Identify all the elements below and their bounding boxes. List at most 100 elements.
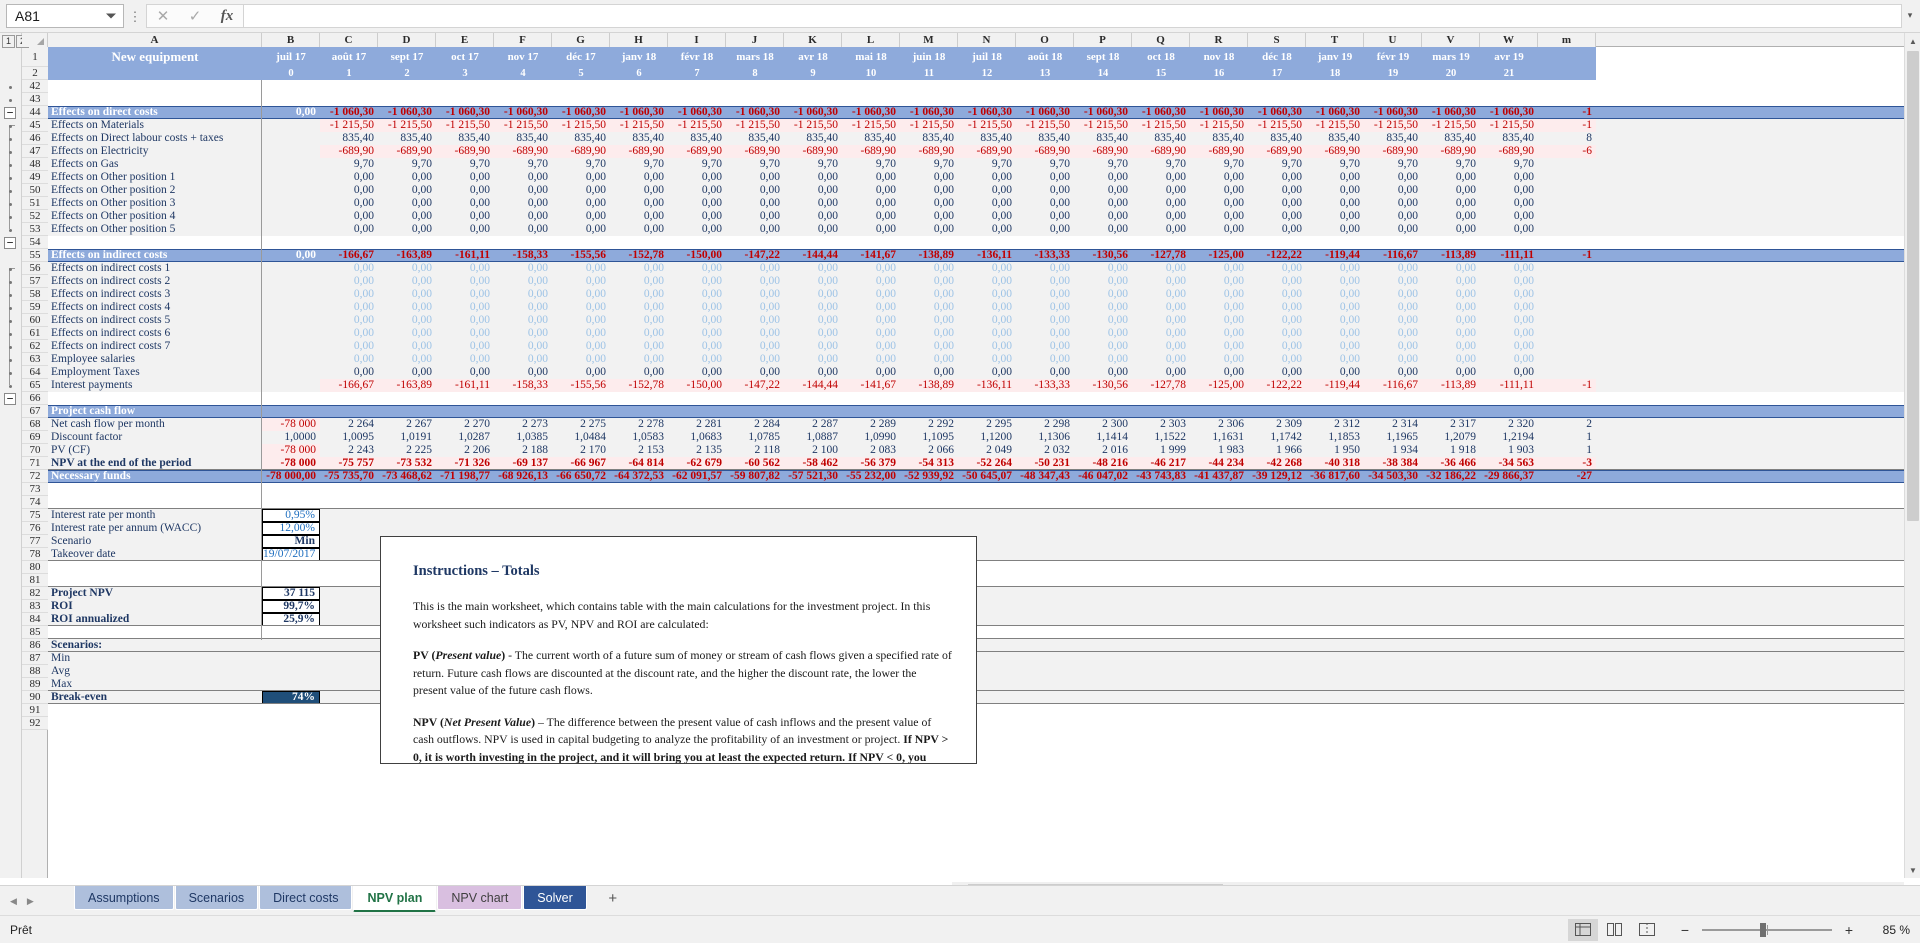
column-header-p[interactable]: P <box>1074 33 1132 47</box>
column-header-r[interactable]: R <box>1190 33 1248 47</box>
cell-l60[interactable]: 0,00 <box>842 314 900 327</box>
cell-h55[interactable]: -152,78 <box>610 249 668 262</box>
cell-t69[interactable]: 1,1853 <box>1306 431 1364 444</box>
cell-e53[interactable]: 0,00 <box>436 223 494 236</box>
period-label-o[interactable]: août 18 <box>1016 47 1074 67</box>
cell-k52[interactable]: 0,00 <box>784 210 842 223</box>
row-header-61[interactable]: 61 <box>22 327 48 340</box>
period-label-q[interactable]: oct 18 <box>1132 47 1190 67</box>
cell-i53[interactable]: 0,00 <box>668 223 726 236</box>
cell-g65[interactable]: -155,56 <box>552 379 610 392</box>
cell-w69[interactable]: 1,2194 <box>1480 431 1538 444</box>
outline-level-1[interactable]: 1 <box>2 35 15 48</box>
row-header-54[interactable]: 54 <box>22 236 48 249</box>
cell-j45[interactable]: -1 215,50 <box>726 119 784 132</box>
cell-k63[interactable]: 0,00 <box>784 353 842 366</box>
cell-x52[interactable] <box>1538 210 1596 223</box>
cell-t72[interactable]: -36 817,60 <box>1306 470 1364 483</box>
cell-w58[interactable]: 0,00 <box>1480 288 1538 301</box>
cell-q50[interactable]: 0,00 <box>1132 184 1190 197</box>
cell-j59[interactable]: 0,00 <box>726 301 784 314</box>
row-header-82[interactable]: 82 <box>22 587 48 600</box>
cell-g72[interactable]: -66 650,72 <box>552 470 610 483</box>
scroll-up-icon[interactable]: ▲ <box>1905 33 1920 49</box>
cell-s44[interactable]: -1 060,30 <box>1248 106 1306 119</box>
cell-q72[interactable]: -43 743,83 <box>1132 470 1190 483</box>
cell-s46[interactable]: 835,40 <box>1248 132 1306 145</box>
cell-h72[interactable]: -64 372,53 <box>610 470 668 483</box>
cell-t53[interactable]: 0,00 <box>1306 223 1364 236</box>
cell-d55[interactable]: -163,89 <box>378 249 436 262</box>
cell-h69[interactable]: 1,0583 <box>610 431 668 444</box>
row-header-59[interactable]: 59 <box>22 301 48 314</box>
cell-t50[interactable]: 0,00 <box>1306 184 1364 197</box>
cell-m61[interactable]: 0,00 <box>900 327 958 340</box>
zoom-slider[interactable] <box>1702 922 1832 937</box>
cell-p47[interactable]: -689,90 <box>1074 145 1132 158</box>
row-label-47[interactable]: Effects on Electricity <box>48 145 262 158</box>
cell-d59[interactable]: 0,00 <box>378 301 436 314</box>
cell-j44[interactable]: -1 060,30 <box>726 106 784 119</box>
cell-l69[interactable]: 1,0990 <box>842 431 900 444</box>
cell-t56[interactable]: 0,00 <box>1306 262 1364 275</box>
cell-h45[interactable]: -1 215,50 <box>610 119 668 132</box>
cell-d49[interactable]: 0,00 <box>378 171 436 184</box>
cell-e56[interactable]: 0,00 <box>436 262 494 275</box>
cell-e44[interactable]: -1 060,30 <box>436 106 494 119</box>
cell-d70[interactable]: 2 225 <box>378 444 436 457</box>
cell-p52[interactable]: 0,00 <box>1074 210 1132 223</box>
cell-c58[interactable]: 0,00 <box>320 288 378 301</box>
cell-m57[interactable]: 0,00 <box>900 275 958 288</box>
cell-w62[interactable]: 0,00 <box>1480 340 1538 353</box>
row-label-51[interactable]: Effects on Other position 3 <box>48 197 262 210</box>
cell-d69[interactable]: 1,0191 <box>378 431 436 444</box>
cell-h48[interactable]: 9,70 <box>610 158 668 171</box>
cell-r68[interactable]: 2 306 <box>1190 418 1248 431</box>
cell-l50[interactable]: 0,00 <box>842 184 900 197</box>
cell-b69[interactable]: 1,0000 <box>262 431 320 444</box>
scroll-down-icon[interactable]: ▼ <box>1905 862 1920 878</box>
cell-g63[interactable]: 0,00 <box>552 353 610 366</box>
cell-t57[interactable]: 0,00 <box>1306 275 1364 288</box>
cell-m63[interactable]: 0,00 <box>900 353 958 366</box>
cell-x50[interactable] <box>1538 184 1596 197</box>
zoom-in-button[interactable]: + <box>1842 922 1856 938</box>
cell-p56[interactable]: 0,00 <box>1074 262 1132 275</box>
row-header-45[interactable]: 45 <box>22 119 48 132</box>
cell-c48[interactable]: 9,70 <box>320 158 378 171</box>
cell-f68[interactable]: 2 273 <box>494 418 552 431</box>
cell-o70[interactable]: 2 032 <box>1016 444 1074 457</box>
cell-k51[interactable]: 0,00 <box>784 197 842 210</box>
cell-e64[interactable]: 0,00 <box>436 366 494 379</box>
cell-o61[interactable]: 0,00 <box>1016 327 1074 340</box>
cell-e45[interactable]: -1 215,50 <box>436 119 494 132</box>
period-label-h[interactable]: janv 18 <box>610 47 668 67</box>
cell-c61[interactable]: 0,00 <box>320 327 378 340</box>
cell-e62[interactable]: 0,00 <box>436 340 494 353</box>
cell-h60[interactable]: 0,00 <box>610 314 668 327</box>
cell-d57[interactable]: 0,00 <box>378 275 436 288</box>
cell-q69[interactable]: 1,1522 <box>1132 431 1190 444</box>
row-header-68[interactable]: 68 <box>22 418 48 431</box>
period-index-u[interactable]: 19 <box>1364 67 1422 80</box>
cell-q46[interactable]: 835,40 <box>1132 132 1190 145</box>
column-header-c[interactable]: C <box>320 33 378 47</box>
cell-n72[interactable]: -50 645,07 <box>958 470 1016 483</box>
cell-n68[interactable]: 2 295 <box>958 418 1016 431</box>
cell-i70[interactable]: 2 135 <box>668 444 726 457</box>
cell-w65[interactable]: -111,11 <box>1480 379 1538 392</box>
period-index-c[interactable]: 1 <box>320 67 378 80</box>
cell-l47[interactable]: -689,90 <box>842 145 900 158</box>
cell-i65[interactable]: -150,00 <box>668 379 726 392</box>
row-label-73[interactable] <box>48 483 262 496</box>
cell-x53[interactable] <box>1538 223 1596 236</box>
cell-p61[interactable]: 0,00 <box>1074 327 1132 340</box>
cell-t45[interactable]: -1 215,50 <box>1306 119 1364 132</box>
cell-q58[interactable]: 0,00 <box>1132 288 1190 301</box>
cell-o68[interactable]: 2 298 <box>1016 418 1074 431</box>
period-index-r[interactable]: 16 <box>1190 67 1248 80</box>
cell-h51[interactable]: 0,00 <box>610 197 668 210</box>
cell-p55[interactable]: -130,56 <box>1074 249 1132 262</box>
row-header-46[interactable]: 46 <box>22 132 48 145</box>
cell-f63[interactable]: 0,00 <box>494 353 552 366</box>
